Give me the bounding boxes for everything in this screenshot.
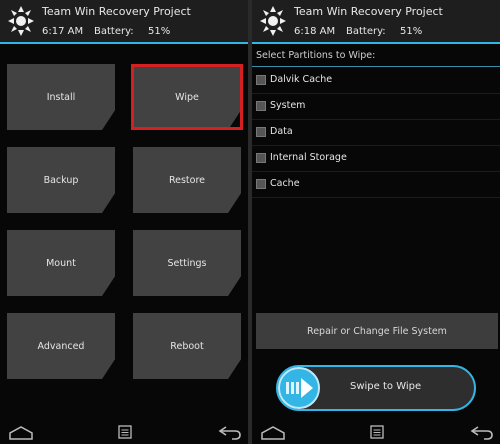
swipe-handle[interactable] (278, 367, 320, 409)
checkbox[interactable] (256, 179, 266, 189)
section-divider (252, 66, 500, 67)
battery-label: Battery: (94, 26, 134, 37)
nav-bar (0, 422, 248, 444)
checkbox[interactable] (256, 153, 266, 163)
menu-icon[interactable] (118, 425, 132, 439)
checkbox[interactable] (256, 75, 266, 85)
battery-label: Battery: (346, 26, 386, 37)
status-header: Team Win Recovery Project 6:18 AM Batter… (252, 0, 500, 44)
option-label: Dalvik Cache (270, 74, 333, 85)
status-header: Team Win Recovery Project 6:17 AM Batter… (0, 0, 248, 44)
menu-icon[interactable] (370, 425, 384, 439)
section-title: Select Partitions to Wipe: (256, 50, 376, 61)
arrow-right-icon (286, 378, 313, 398)
app-title: Team Win Recovery Project (42, 5, 191, 18)
settings-button[interactable]: Settings (133, 230, 241, 296)
home-icon[interactable] (260, 426, 286, 440)
back-icon[interactable] (470, 425, 494, 440)
option-label: System (270, 100, 306, 111)
clock: 6:17 AM (42, 26, 84, 37)
battery-value: 51% (400, 26, 423, 37)
checkbox[interactable] (256, 101, 266, 111)
app-title: Team Win Recovery Project (294, 5, 443, 18)
swipe-label: Swipe to Wipe (350, 381, 422, 392)
swipe-to-wipe-slider[interactable]: Swipe to Wipe (276, 365, 476, 411)
advanced-button[interactable]: Advanced (7, 313, 115, 379)
option-system[interactable]: System (252, 94, 500, 120)
option-data[interactable]: Data (252, 120, 500, 146)
clock: 6:18 AM (294, 26, 336, 37)
home-icon[interactable] (8, 426, 34, 440)
nav-bar (252, 422, 500, 444)
restore-button[interactable]: Restore (133, 147, 241, 213)
install-button[interactable]: Install (7, 64, 115, 130)
main-menu-screen: Team Win Recovery Project 6:17 AM Batter… (0, 0, 248, 444)
option-label: Internal Storage (270, 152, 347, 163)
battery-value: 51% (148, 26, 171, 37)
twrp-logo-icon (8, 6, 34, 36)
back-icon[interactable] (218, 425, 242, 440)
wipe-button[interactable]: Wipe (133, 64, 241, 130)
checkbox[interactable] (256, 127, 266, 137)
option-dalvik-cache[interactable]: Dalvik Cache (252, 68, 500, 94)
repair-file-system-button[interactable]: Repair or Change File System (256, 313, 498, 349)
mount-button[interactable]: Mount (7, 230, 115, 296)
option-internal-storage[interactable]: Internal Storage (252, 146, 500, 172)
option-cache[interactable]: Cache (252, 172, 500, 198)
option-label: Data (270, 126, 293, 137)
backup-button[interactable]: Backup (7, 147, 115, 213)
twrp-logo-icon (260, 6, 286, 36)
reboot-button[interactable]: Reboot (133, 313, 241, 379)
option-label: Cache (270, 178, 300, 189)
wipe-screen: Team Win Recovery Project 6:18 AM Batter… (252, 0, 500, 444)
twrp-comparison: Team Win Recovery Project 6:17 AM Batter… (0, 0, 500, 444)
